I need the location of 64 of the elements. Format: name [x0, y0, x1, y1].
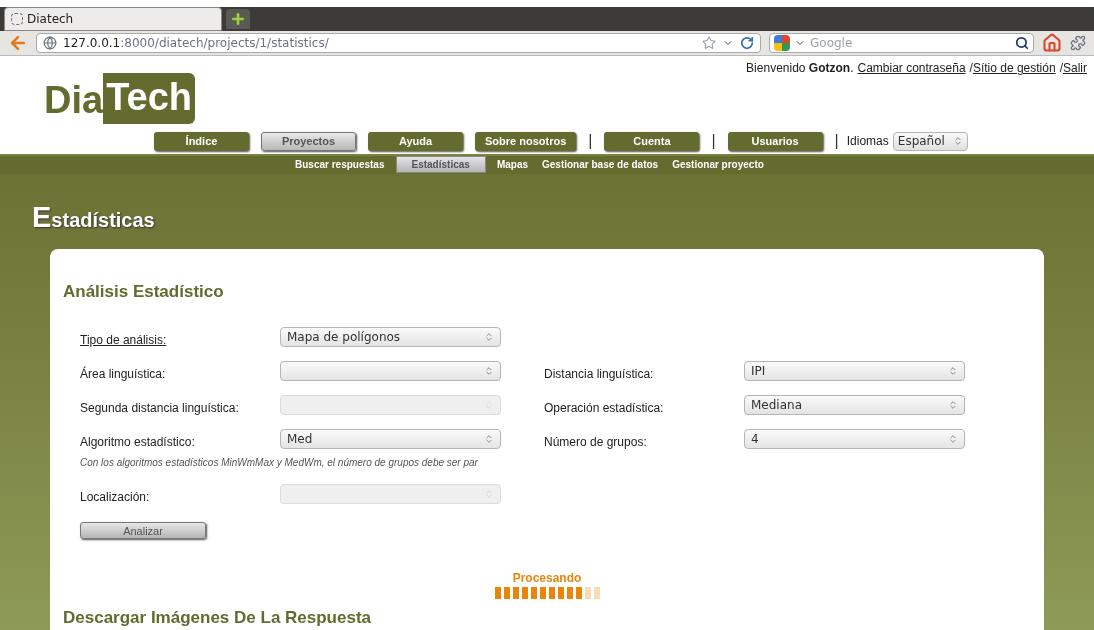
separator: |	[588, 131, 593, 152]
dropdown[interactable]	[280, 360, 501, 381]
field-label: Algoritmo estadístico:	[80, 434, 195, 449]
hint-text: Con los algoritmos estadísticos MinWmMax y MedWm, el número de grupos debe ser par	[80, 455, 479, 470]
separator: |	[834, 131, 839, 152]
page-title: Estadísticas	[32, 199, 155, 235]
puzzle-icon[interactable]	[1070, 35, 1086, 52]
nav-button[interactable]: Ayuda	[368, 131, 463, 151]
subnav-tab[interactable]: Estadísticas	[395, 156, 486, 173]
subnav-tab[interactable]: Gestionar proyecto	[669, 156, 767, 173]
browser-tab[interactable]: Diatech	[4, 7, 222, 32]
dropdown[interactable]: Med	[280, 428, 501, 449]
tab-title: Diatech	[27, 11, 74, 29]
separator: /	[969, 60, 973, 78]
processing-label: Procesando	[512, 569, 582, 587]
dropdown[interactable]: IPI	[744, 360, 965, 381]
field-label: Distancia linguística:	[544, 366, 654, 381]
url-text: 127.0.0.1:8000/diatech/projects/1/statistics/	[63, 35, 329, 53]
dropdown[interactable]: 4	[744, 428, 965, 449]
dropdown[interactable]: Mediana	[744, 394, 965, 415]
dropdown-arrow-icon	[484, 433, 494, 444]
search-icon[interactable]	[1015, 36, 1029, 51]
dropdown-arrow-icon	[948, 365, 958, 376]
dropdown-arrow-icon	[484, 331, 494, 342]
field-label: Segunda distancia linguística:	[80, 400, 239, 415]
new-tab-button[interactable]	[226, 9, 250, 30]
page-icon	[11, 13, 23, 26]
welcome-text: Bienvenido Gotzon.	[746, 60, 854, 78]
subnav-tab[interactable]: Gestionar base de datos	[539, 156, 662, 173]
field-label: Área linguística:	[80, 366, 166, 381]
separator: /	[1059, 60, 1063, 78]
analyze-button[interactable]: Analizar	[80, 521, 206, 539]
user-link[interactable]: Cambiar contraseña	[857, 59, 966, 78]
dropdown-arrow-icon	[948, 433, 958, 444]
nav-button[interactable]: Índice	[154, 131, 249, 151]
field-label: Número de grupos:	[544, 434, 647, 449]
dropdown-arrow-icon	[948, 399, 958, 410]
field-label: Localización:	[80, 489, 150, 504]
dropdown-arrow-icon	[952, 136, 963, 147]
subnav-tab[interactable]: Buscar respuestas	[292, 156, 388, 173]
address-bar[interactable]: 127.0.0.1:8000/diatech/projects/1/statistics/	[36, 33, 761, 54]
nav-button[interactable]: Usuarios	[727, 131, 823, 151]
reload-icon[interactable]	[740, 36, 754, 51]
user-link[interactable]: Salir	[1063, 59, 1087, 78]
dropdown[interactable]: Mapa de polígonos	[280, 326, 501, 347]
nav-button[interactable]: Proyectos	[261, 131, 356, 151]
globe-icon	[43, 36, 57, 51]
user-link[interactable]: Sítio de gestión	[972, 59, 1056, 78]
subnav-tab[interactable]: Mapas	[493, 156, 531, 173]
separator: |	[711, 131, 716, 152]
nav-button[interactable]: Cuenta	[604, 131, 700, 151]
field-label: Tipo de análisis:	[80, 332, 167, 347]
section-title: Descargar Imágenes De La Respuesta	[63, 606, 373, 629]
plus-icon	[230, 11, 246, 28]
language-label: Idiomas	[846, 133, 889, 151]
home-icon[interactable]	[1042, 33, 1062, 54]
dropdown-arrow-icon	[484, 365, 494, 376]
search-placeholder: Google	[810, 35, 854, 53]
language-dropdown[interactable]: Español	[892, 131, 968, 151]
star-icon[interactable]	[702, 36, 716, 51]
field-label: Operación estadística:	[544, 400, 664, 415]
search-engine-icon	[774, 35, 790, 52]
section-title: Análisis Estadístico	[63, 281, 225, 303]
nav-button[interactable]: Sobre nosotros	[475, 131, 577, 151]
